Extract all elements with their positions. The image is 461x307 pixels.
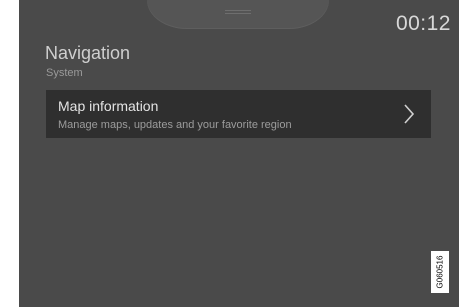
list-item-description: Manage maps, updates and your favorite r… <box>58 119 292 131</box>
chevron-right-icon <box>403 103 415 125</box>
figure-reference-code: G060516 <box>431 251 449 293</box>
center-display-screen: 00:12 Navigation System Map information … <box>19 0 459 307</box>
page-title: Navigation <box>45 43 131 63</box>
figure-reference-label: G060516 <box>435 255 445 289</box>
pulldown-handle-icon[interactable] <box>225 10 251 16</box>
page-subtitle: System <box>46 67 83 79</box>
top-view-pulldown-tab[interactable] <box>147 0 329 29</box>
figure-frame: 00:12 Navigation System Map information … <box>0 0 461 307</box>
list-item-title: Map information <box>58 98 159 114</box>
list-item-map-information[interactable]: Map information Manage maps, updates and… <box>46 90 431 138</box>
status-clock: 00:12 <box>395 12 451 35</box>
